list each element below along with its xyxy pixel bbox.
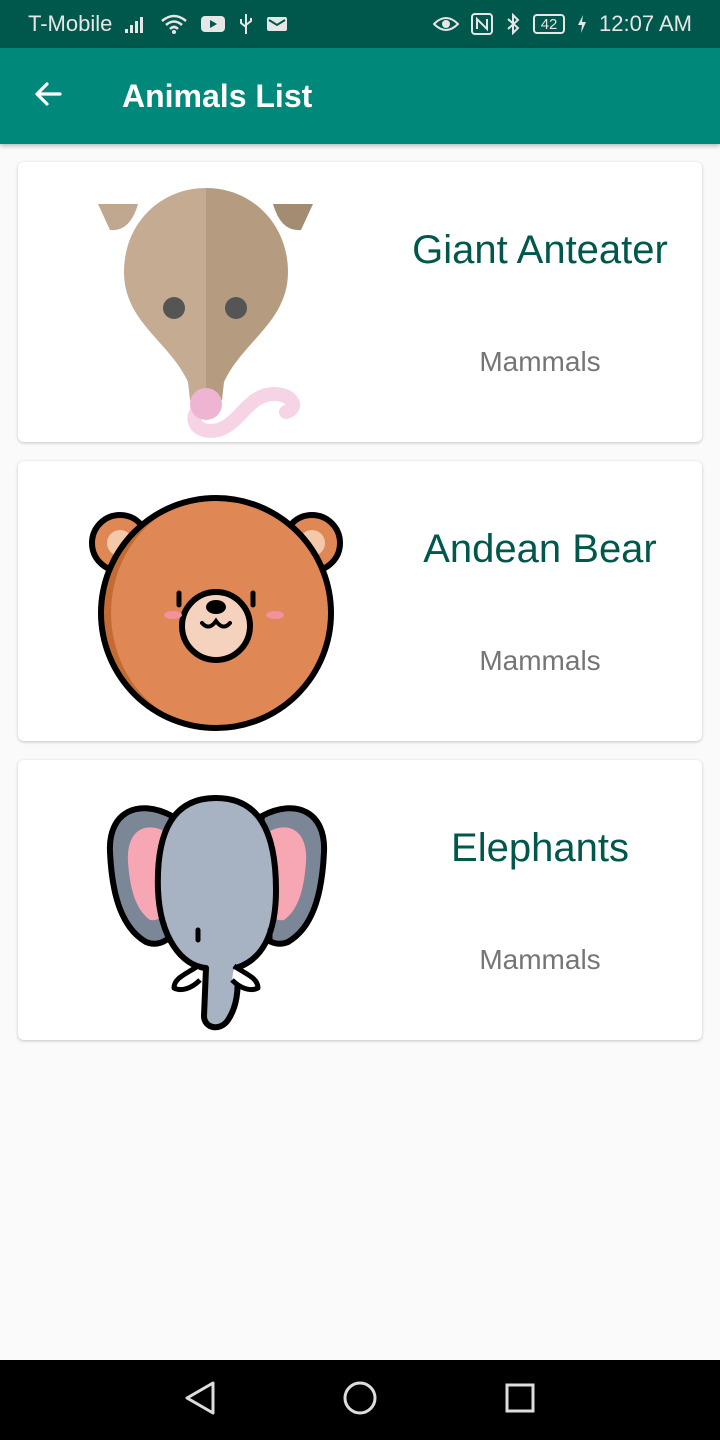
mail-icon	[266, 15, 288, 33]
animal-category: Mammals	[479, 944, 601, 975]
eye-icon	[433, 14, 460, 34]
wifi-icon	[160, 13, 188, 35]
charging-icon	[577, 14, 587, 34]
elephant-icon	[78, 770, 358, 1040]
animal-name: Elephants	[451, 826, 629, 870]
card-text: Andean Bear Mammals	[378, 461, 702, 741]
animal-card-elephants[interactable]: Elephants Mammals	[18, 760, 702, 1040]
time-label: 12:07 AM	[599, 11, 692, 36]
animal-card-andean-bear[interactable]: Andean Bear Mammals	[18, 461, 702, 741]
battery-icon: 42	[533, 14, 566, 34]
bear-icon	[78, 471, 358, 741]
nfc-icon	[471, 13, 494, 35]
nav-back-button[interactable]	[160, 1360, 240, 1440]
animal-name: Andean Bear	[423, 527, 657, 571]
carrier-label: T-Mobile	[28, 11, 113, 36]
animal-card-giant-anteater[interactable]: Giant Anteater Mammals	[18, 162, 702, 442]
home-circle-icon	[342, 1380, 378, 1421]
usb-icon	[238, 13, 254, 35]
back-button[interactable]	[0, 48, 96, 144]
card-text: Giant Anteater Mammals	[378, 162, 702, 442]
arrow-back-icon	[33, 79, 63, 114]
anteater-icon	[78, 172, 358, 442]
animal-category: Mammals	[479, 645, 601, 676]
card-text: Elephants Mammals	[378, 760, 702, 1040]
status-bar-left: T-Mobile	[28, 11, 288, 37]
app-bar: Animals List	[0, 48, 720, 144]
status-bar-right: 42 12:07 AM	[433, 11, 692, 37]
signal-icon	[124, 14, 148, 34]
animal-category: Mammals	[479, 346, 601, 377]
system-nav-bar	[0, 1360, 720, 1440]
status-bar: T-Mobile 42 12:07 AM	[0, 0, 720, 48]
animal-list: Giant Anteater Mammals Andean Bear Mamma…	[18, 162, 702, 1059]
nav-home-button[interactable]	[320, 1360, 400, 1440]
back-triangle-icon	[183, 1380, 217, 1421]
recents-square-icon	[504, 1382, 536, 1419]
bluetooth-icon	[505, 13, 521, 35]
page-title: Animals List	[122, 77, 313, 114]
nav-recents-button[interactable]	[480, 1360, 560, 1440]
youtube-icon	[200, 14, 226, 34]
animal-name: Giant Anteater	[412, 228, 668, 272]
